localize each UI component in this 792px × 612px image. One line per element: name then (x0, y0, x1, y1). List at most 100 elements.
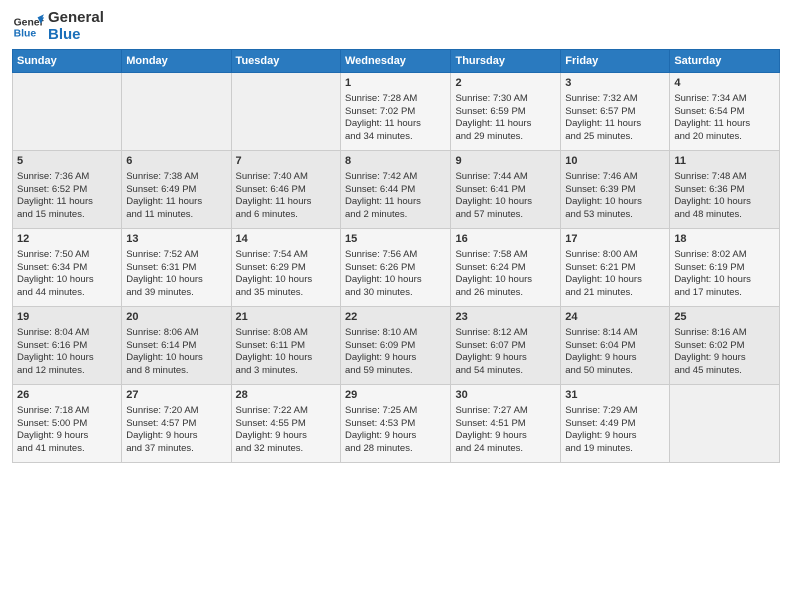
day-number: 13 (126, 232, 226, 247)
day-number: 12 (17, 232, 117, 247)
day-info: Sunrise: 8:08 AM (236, 327, 336, 340)
day-cell-4: 4Sunrise: 7:34 AMSunset: 6:54 PMDaylight… (670, 73, 780, 151)
day-info: and 20 minutes. (674, 131, 775, 144)
day-info: Sunset: 6:59 PM (455, 106, 556, 119)
day-info: and 57 minutes. (455, 209, 556, 222)
day-info: and 28 minutes. (345, 443, 446, 456)
day-info: and 17 minutes. (674, 287, 775, 300)
day-cell-11: 11Sunrise: 7:48 AMSunset: 6:36 PMDayligh… (670, 151, 780, 229)
day-info: and 29 minutes. (455, 131, 556, 144)
day-number: 14 (236, 232, 336, 247)
day-number: 2 (455, 76, 556, 91)
day-info: Daylight: 9 hours (126, 430, 226, 443)
day-info: Sunrise: 7:52 AM (126, 249, 226, 262)
day-info: Daylight: 9 hours (17, 430, 117, 443)
day-info: Daylight: 9 hours (674, 352, 775, 365)
day-number: 30 (455, 388, 556, 403)
day-info: and 34 minutes. (345, 131, 446, 144)
day-info: Daylight: 9 hours (236, 430, 336, 443)
day-info: Sunset: 6:04 PM (565, 340, 665, 353)
col-header-sunday: Sunday (13, 50, 122, 73)
day-info: Daylight: 11 hours (345, 196, 446, 209)
day-cell-19: 19Sunrise: 8:04 AMSunset: 6:16 PMDayligh… (13, 307, 122, 385)
day-info: and 25 minutes. (565, 131, 665, 144)
day-number: 21 (236, 310, 336, 325)
day-info: Daylight: 10 hours (565, 196, 665, 209)
day-number: 1 (345, 76, 446, 91)
empty-cell (231, 73, 340, 151)
day-info: Daylight: 9 hours (565, 352, 665, 365)
day-info: Sunrise: 7:46 AM (565, 171, 665, 184)
day-number: 19 (17, 310, 117, 325)
day-info: Sunrise: 7:58 AM (455, 249, 556, 262)
day-info: and 2 minutes. (345, 209, 446, 222)
day-info: Sunrise: 7:34 AM (674, 93, 775, 106)
day-cell-6: 6Sunrise: 7:38 AMSunset: 6:49 PMDaylight… (122, 151, 231, 229)
logo: General Blue General Blue (12, 10, 104, 43)
day-info: Daylight: 11 hours (236, 196, 336, 209)
day-info: Sunrise: 7:29 AM (565, 405, 665, 418)
day-cell-5: 5Sunrise: 7:36 AMSunset: 6:52 PMDaylight… (13, 151, 122, 229)
day-number: 22 (345, 310, 446, 325)
week-row-4: 19 Sunrise: 8:04 AMSunset: 6:16 PM Dayligh… (13, 307, 780, 385)
day-info: and 8 minutes. (126, 365, 226, 378)
day-info: Sunrise: 7:44 AM (455, 171, 556, 184)
day-number: 28 (236, 388, 336, 403)
day-info: and 59 minutes. (345, 365, 446, 378)
day-info: Sunrise: 7:50 AM (17, 249, 117, 262)
day-info: Sunrise: 8:02 AM (674, 249, 775, 262)
day-cell-28: 28Sunrise: 7:22 AMSunset: 4:55 PMDayligh… (231, 385, 340, 463)
day-info: and 6 minutes. (236, 209, 336, 222)
day-cell-31: 31Sunrise: 7:29 AMSunset: 4:49 PMDayligh… (561, 385, 670, 463)
empty-cell (670, 385, 780, 463)
day-cell-10: 10Sunrise: 7:46 AMSunset: 6:39 PMDayligh… (561, 151, 670, 229)
day-info: Daylight: 11 hours (565, 118, 665, 131)
calendar-table: SundayMondayTuesdayWednesdayThursdayFrid… (12, 49, 780, 463)
day-info: Sunset: 6:54 PM (674, 106, 775, 119)
col-header-thursday: Thursday (451, 50, 561, 73)
day-info: Daylight: 10 hours (674, 274, 775, 287)
logo-general: General (48, 10, 104, 27)
day-info: Sunrise: 8:00 AM (565, 249, 665, 262)
empty-cell (122, 73, 231, 151)
day-info: Daylight: 11 hours (674, 118, 775, 131)
day-info: Sunrise: 7:42 AM (345, 171, 446, 184)
day-cell-29: 29Sunrise: 7:25 AMSunset: 4:53 PMDayligh… (341, 385, 451, 463)
day-info: Sunset: 6:57 PM (565, 106, 665, 119)
week-row-5: 26Sunrise: 7:18 AMSunset: 5:00 PMDayligh… (13, 385, 780, 463)
day-info: Sunset: 6:39 PM (565, 184, 665, 197)
day-info: Sunset: 6:16 PM (17, 340, 117, 353)
logo-icon: General Blue (12, 11, 44, 43)
day-info: and 50 minutes. (565, 365, 665, 378)
day-info: Sunrise: 8:14 AM (565, 327, 665, 340)
day-cell-8: 8Sunrise: 7:42 AMSunset: 6:44 PMDaylight… (341, 151, 451, 229)
day-cell-22: 22Sunrise: 8:10 AMSunset: 6:09 PMDayligh… (341, 307, 451, 385)
day-number: 11 (674, 154, 775, 169)
day-number: 8 (345, 154, 446, 169)
day-info: and 35 minutes. (236, 287, 336, 300)
day-info: Sunrise: 8:04 AM (17, 327, 117, 340)
day-info: and 45 minutes. (674, 365, 775, 378)
day-cell-25: 25Sunrise: 8:16 AMSunset: 6:02 PMDayligh… (670, 307, 780, 385)
day-info: Daylight: 10 hours (455, 274, 556, 287)
day-info: Sunrise: 7:28 AM (345, 93, 446, 106)
day-number: 23 (455, 310, 556, 325)
day-info: and 24 minutes. (455, 443, 556, 456)
col-header-friday: Friday (561, 50, 670, 73)
day-info: Daylight: 11 hours (455, 118, 556, 131)
day-info: and 32 minutes. (236, 443, 336, 456)
day-info: Sunset: 6:14 PM (126, 340, 226, 353)
day-number: 16 (455, 232, 556, 247)
day-info: Daylight: 10 hours (674, 196, 775, 209)
day-info: Daylight: 10 hours (17, 274, 117, 287)
day-cell-21: 21Sunrise: 8:08 AMSunset: 6:11 PMDayligh… (231, 307, 340, 385)
col-header-wednesday: Wednesday (341, 50, 451, 73)
day-info: and 30 minutes. (345, 287, 446, 300)
day-info: Sunset: 6:29 PM (236, 262, 336, 275)
day-info: and 15 minutes. (17, 209, 117, 222)
day-info: Sunrise: 7:54 AM (236, 249, 336, 262)
day-info: Daylight: 9 hours (455, 430, 556, 443)
day-info: Daylight: 10 hours (126, 274, 226, 287)
week-row-3: 12Sunrise: 7:50 AMSunset: 6:34 PMDayligh… (13, 229, 780, 307)
day-info: Sunset: 4:51 PM (455, 418, 556, 431)
